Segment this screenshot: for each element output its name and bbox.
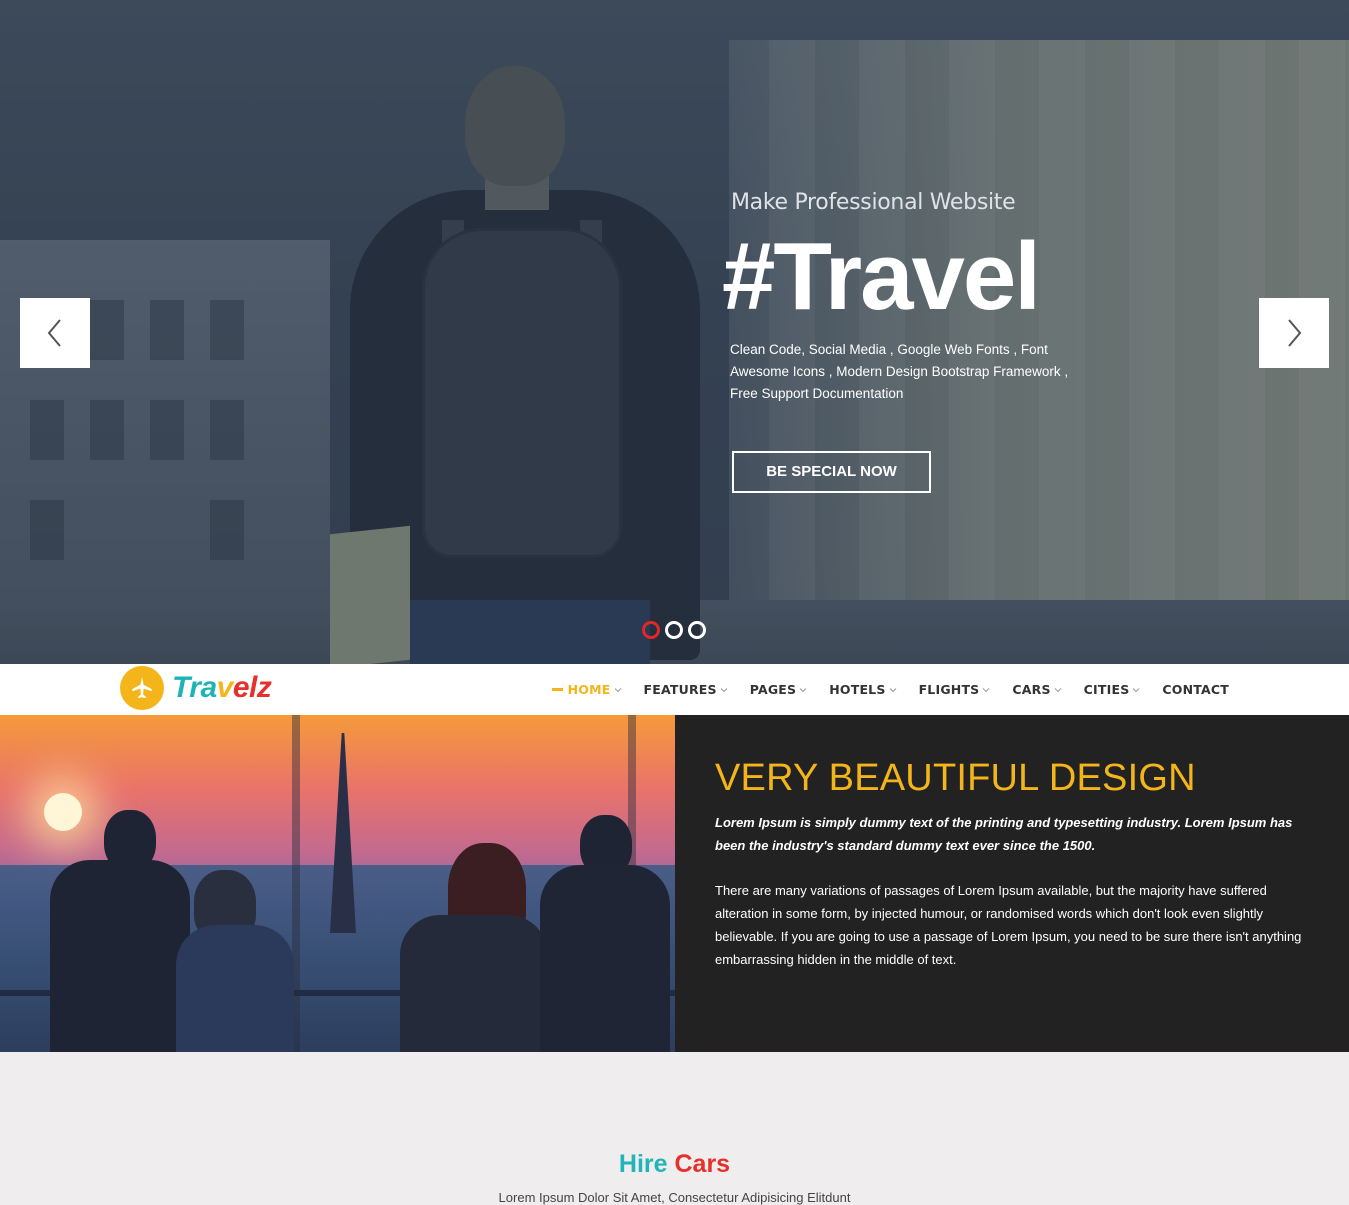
slider-pagination [642, 621, 706, 639]
nav-item-flights[interactable]: FLIGHTS [919, 682, 991, 697]
main-navbar: Travelz HOME FEATURES PAGES HOTELS FLIGH… [0, 664, 1349, 715]
chevron-left-icon [47, 319, 61, 347]
be-special-now-button[interactable]: BE SPECIAL NOW [732, 451, 931, 493]
slider-prev-button[interactable] [20, 298, 90, 368]
sunset-sun [44, 793, 82, 831]
feature-image [0, 715, 675, 1052]
logo-text: Travelz [172, 671, 272, 704]
slider-dot-1[interactable] [642, 621, 660, 639]
airplane-icon [120, 666, 164, 710]
chevron-down-icon [614, 687, 621, 692]
chevron-down-icon [720, 687, 728, 692]
main-nav: HOME FEATURES PAGES HOTELS FLIGHTS CARS … [530, 664, 1229, 715]
hero-subtitle: Make Professional Website [731, 190, 1016, 215]
slider-next-button[interactable] [1259, 298, 1329, 368]
logo[interactable]: Travelz [120, 666, 272, 710]
feature-panel: VERY BEAUTIFUL DESIGN Lorem Ipsum is sim… [675, 715, 1349, 1052]
active-indicator [551, 688, 563, 691]
hero-description: Clean Code, Social Media , Google Web Fo… [730, 342, 1069, 401]
nav-item-cities[interactable]: CITIES [1084, 682, 1141, 697]
chevron-right-icon [1288, 319, 1302, 347]
chevron-down-icon [983, 687, 990, 692]
chevron-down-icon [889, 687, 896, 692]
slider-dot-2[interactable] [665, 621, 683, 639]
hero-title: #Travel [722, 223, 1041, 330]
section-title: Hire Cars [618, 1150, 731, 1178]
nav-item-cars[interactable]: CARS [1012, 682, 1062, 697]
section-subtitle: Lorem Ipsum Dolor Sit Amet, Consectetur … [498, 1190, 851, 1205]
feature-lead: Lorem Ipsum is simply dummy text of the … [715, 815, 1293, 853]
nav-item-contact[interactable]: CONTACT [1162, 682, 1229, 697]
nav-item-home[interactable]: HOME [551, 682, 622, 697]
chevron-down-icon [799, 687, 807, 692]
hero-slider: Make Professional Website #Travel Clean … [0, 0, 1349, 664]
feature-body: There are many variations of passages of… [715, 883, 1302, 967]
chevron-down-icon [1133, 687, 1140, 692]
nav-item-hotels[interactable]: HOTELS [829, 682, 896, 697]
chevron-down-icon [1054, 687, 1062, 692]
nav-item-features[interactable]: FEATURES [644, 682, 728, 697]
nav-item-pages[interactable]: PAGES [750, 682, 808, 697]
hero-overlay [0, 0, 1349, 664]
slider-dot-3[interactable] [688, 621, 706, 639]
eiffel-tower-silhouette [330, 733, 356, 933]
hero-caption: Make Professional Website #Travel Clean … [722, 190, 1142, 493]
feature-title: VERY BEAUTIFUL DESIGN [715, 757, 1196, 799]
